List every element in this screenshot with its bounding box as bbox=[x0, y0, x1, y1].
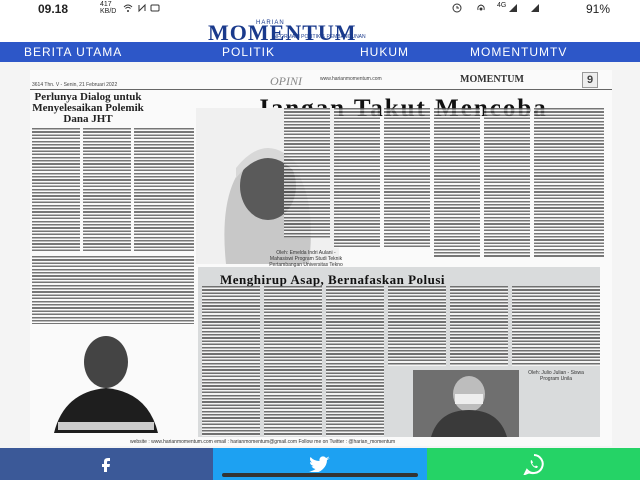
newspaper-page[interactable]: 3614 Thn. V - Senin, 21 Februari 2022 OP… bbox=[30, 70, 612, 446]
twitter-icon bbox=[309, 456, 330, 472]
feature-text-col-3 bbox=[326, 286, 384, 436]
feature-text-col-5 bbox=[450, 286, 508, 366]
paper-logo: MOMENTUM bbox=[460, 74, 524, 85]
main-text-col-4 bbox=[434, 108, 480, 258]
author-photo-3 bbox=[413, 370, 519, 437]
battery-level: 91% bbox=[585, 2, 610, 16]
main-text-col-1 bbox=[284, 108, 330, 238]
message-icon bbox=[150, 4, 160, 12]
paper-masthead: 3614 Thn. V - Senin, 21 Februari 2022 OP… bbox=[30, 72, 612, 88]
nav-item-hukum[interactable]: HUKUM bbox=[360, 45, 409, 59]
nav-item-politik[interactable]: POLITIK bbox=[222, 45, 275, 59]
paper-section: OPINI bbox=[270, 74, 302, 88]
status-time: 09.18 bbox=[38, 2, 69, 16]
alarm-icon bbox=[452, 3, 462, 13]
page-number: 9 bbox=[582, 72, 598, 88]
status-bar: 09.18 417 KB/D 4G 91% bbox=[0, 0, 640, 20]
main-nav: BERITA UTAMA POLITIK HUKUM MOMENTUMTV bbox=[0, 42, 640, 62]
paper-website: www.harianmomentum.com bbox=[320, 76, 382, 82]
nfc-icon bbox=[138, 3, 146, 13]
nav-item-berita-utama[interactable]: BERITA UTAMA bbox=[24, 45, 122, 59]
masthead-rule bbox=[30, 89, 612, 90]
signal-2-icon bbox=[531, 4, 539, 12]
left-headline: Perlunya Dialog untuk Menyelesaikan Pole… bbox=[32, 91, 144, 125]
facebook-icon bbox=[102, 458, 110, 472]
left-text-block bbox=[32, 256, 194, 324]
signal-icon bbox=[509, 4, 517, 12]
author-photo-1 bbox=[44, 326, 168, 433]
feature-text-col-6 bbox=[512, 286, 600, 366]
logo-tagline: INFORMASI POLITIK & PEMBANGUNAN bbox=[272, 34, 366, 40]
left-text-col-3 bbox=[134, 128, 194, 253]
main-text-col-3 bbox=[384, 108, 430, 248]
left-text-col-1 bbox=[32, 128, 80, 253]
paper-edition: 3614 Thn. V - Senin, 21 Februari 2022 bbox=[32, 82, 118, 88]
paper-footer: website : www.harianmomentum.com email :… bbox=[130, 439, 396, 445]
network-speed: 417 KB/D bbox=[100, 1, 116, 15]
speed-value: 417 bbox=[100, 1, 112, 8]
home-indicator[interactable] bbox=[222, 473, 418, 477]
left-text-col-2 bbox=[83, 128, 131, 253]
article-content: 3614 Thn. V - Senin, 21 Februari 2022 OP… bbox=[0, 62, 640, 448]
feature-text-col-2 bbox=[264, 286, 322, 436]
main-text-col-2 bbox=[334, 108, 380, 248]
whatsapp-icon bbox=[523, 454, 544, 475]
feature-text-col-4 bbox=[388, 286, 446, 366]
caption-2: Oleh: Julio Julian - Siswa Program Unila bbox=[528, 370, 584, 382]
whatsapp-share-button[interactable] bbox=[427, 448, 640, 480]
logo-main: MOMENTUM bbox=[208, 20, 357, 45]
speed-unit: KB/D bbox=[100, 8, 117, 15]
hotspot-icon bbox=[477, 4, 485, 11]
feature-text-col-1 bbox=[202, 286, 260, 436]
site-header: HARIAN MOMENTUM INFORMASI POLITIK & PEMB… bbox=[0, 20, 640, 45]
main-text-col-5 bbox=[484, 108, 530, 258]
wifi-icon bbox=[123, 4, 133, 12]
main-text-col-6 bbox=[534, 108, 604, 258]
facebook-share-button[interactable] bbox=[0, 448, 213, 480]
nav-item-momentumtv[interactable]: MOMENTUMTV bbox=[470, 45, 567, 59]
